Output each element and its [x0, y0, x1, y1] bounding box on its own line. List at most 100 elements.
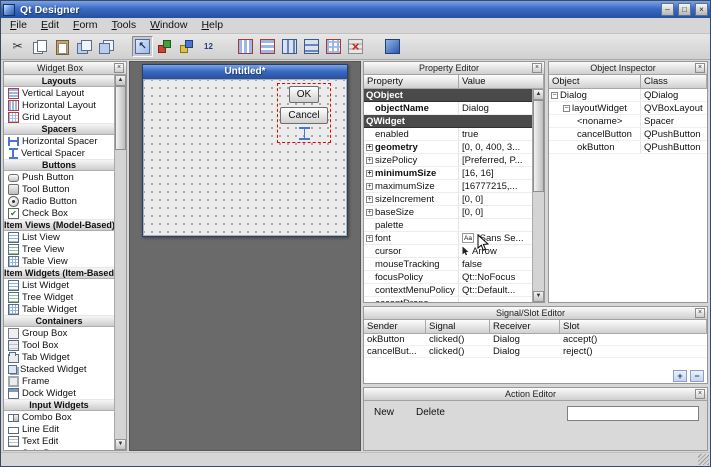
layout-splitter-vertical-button[interactable]: [301, 36, 322, 57]
sender-column-header[interactable]: Sender: [364, 320, 426, 334]
property-column-header[interactable]: Property: [364, 75, 459, 89]
widgetbox-category-containers[interactable]: Containers: [4, 315, 114, 327]
remove-connection-button[interactable]: −: [690, 370, 704, 382]
property-row-geometry[interactable]: +geometry[0, 0, 400, 3...: [364, 141, 532, 154]
copy-button[interactable]: [29, 36, 50, 57]
menu-tools[interactable]: Tools: [105, 18, 144, 33]
selected-vbox-layout-outline[interactable]: OK Cancel: [277, 83, 331, 143]
widgetbox-category-input-widgets[interactable]: Input Widgets: [4, 399, 114, 411]
widgetbox-category-item-views-model-based[interactable]: Item Views (Model-Based): [4, 219, 114, 231]
widget-tree-widget[interactable]: Tree Widget: [4, 291, 114, 303]
widget-horizontal-spacer[interactable]: Horizontal Spacer: [4, 135, 114, 147]
widget-tool-box[interactable]: Tool Box: [4, 339, 114, 351]
add-connection-button[interactable]: +: [673, 370, 687, 382]
widgetbox-category-buttons[interactable]: Buttons: [4, 159, 114, 171]
widget-box-titlebar[interactable]: Widget Box ×: [4, 62, 126, 75]
expand-icon[interactable]: +: [366, 170, 373, 177]
edit-buddies-button[interactable]: [176, 36, 197, 57]
property-row-basesize[interactable]: +baseSize[0, 0]: [364, 206, 532, 219]
signal-column-header[interactable]: Signal: [426, 320, 490, 334]
maximize-button[interactable]: □: [678, 3, 691, 16]
widget-line-edit[interactable]: Line Edit: [4, 423, 114, 435]
scroll-down-icon[interactable]: ▼: [533, 291, 544, 302]
property-row-acceptdrops[interactable]: acceptDrops: [364, 297, 532, 302]
widget-table-widget[interactable]: Table Widget: [4, 303, 114, 315]
signal-slot-titlebar[interactable]: Signal/Slot Editor ×: [364, 307, 707, 320]
scroll-down-icon[interactable]: ▼: [115, 439, 126, 450]
resize-grip[interactable]: [698, 454, 709, 465]
widget-text-edit[interactable]: Text Edit: [4, 435, 114, 447]
widget-vertical-spacer[interactable]: Vertical Spacer: [4, 147, 114, 159]
widgetbox-category-spacers[interactable]: Spacers: [4, 123, 114, 135]
property-row-sizepolicy[interactable]: +sizePolicy[Preferred, P...: [364, 154, 532, 167]
object-row-cancelbutton[interactable]: cancelButtonQPushButton: [549, 128, 707, 141]
layout-splitter-horizontal-button[interactable]: [279, 36, 300, 57]
form-canvas[interactable]: OK Cancel: [143, 79, 347, 236]
minimize-button[interactable]: –: [661, 3, 674, 16]
object-inspector-close-icon[interactable]: ×: [695, 63, 705, 73]
property-row-qwidget[interactable]: QWidget: [364, 115, 532, 128]
menu-window[interactable]: Window: [143, 18, 194, 33]
widget-vertical-layout[interactable]: Vertical Layout: [4, 87, 114, 99]
property-row-focuspolicy[interactable]: focusPolicyQt::NoFocus: [364, 271, 532, 284]
menu-file[interactable]: File: [3, 18, 34, 33]
ok-button[interactable]: OK: [289, 86, 319, 103]
property-row-objectname[interactable]: objectNameDialog: [364, 102, 532, 115]
expand-icon[interactable]: +: [366, 183, 373, 190]
close-button[interactable]: ×: [695, 3, 708, 16]
property-editor-titlebar[interactable]: Property Editor ×: [364, 62, 544, 75]
object-inspector-titlebar[interactable]: Object Inspector ×: [549, 62, 707, 75]
menu-help[interactable]: Help: [194, 18, 230, 33]
widget-push-button[interactable]: Push Button: [4, 171, 114, 183]
scroll-up-icon[interactable]: ▲: [533, 89, 544, 100]
connection-row[interactable]: okButtonclicked()Dialogaccept(): [364, 334, 707, 346]
property-row-mousetracking[interactable]: mouseTrackingfalse: [364, 258, 532, 271]
paste-button[interactable]: [51, 36, 72, 57]
widget-dock-widget[interactable]: Dock Widget: [4, 387, 114, 399]
widget-box-scrollbar[interactable]: ▲ ▼: [114, 75, 126, 450]
collapse-icon[interactable]: −: [563, 105, 570, 112]
widget-spin-box[interactable]: Spin Box: [4, 447, 114, 450]
expand-icon[interactable]: +: [366, 209, 373, 216]
object-row-dialog[interactable]: −DialogQDialog: [549, 89, 707, 102]
property-editor-scrollbar[interactable]: ▲ ▼: [532, 89, 544, 302]
layout-grid-button[interactable]: [323, 36, 344, 57]
layout-horizontal-button[interactable]: [235, 36, 256, 57]
form-window[interactable]: Untitled* OK Cancel: [142, 64, 348, 237]
widget-check-box[interactable]: Check Box: [4, 207, 114, 219]
widget-table-view[interactable]: Table View: [4, 255, 114, 267]
class-column-header[interactable]: Class: [641, 75, 707, 89]
scroll-thumb[interactable]: [115, 86, 126, 150]
widget-frame[interactable]: Frame: [4, 375, 114, 387]
edit-signals-slots-button[interactable]: [154, 36, 175, 57]
window-titlebar[interactable]: Qt Designer – □ ×: [1, 1, 710, 18]
scroll-thumb[interactable]: [533, 100, 544, 192]
scroll-up-icon[interactable]: ▲: [115, 75, 126, 86]
object-column-header[interactable]: Object: [549, 75, 641, 89]
property-editor-close-icon[interactable]: ×: [532, 63, 542, 73]
expand-icon[interactable]: +: [366, 144, 373, 151]
expand-icon[interactable]: +: [366, 157, 373, 164]
property-row-contextmenupolicy[interactable]: contextMenuPolicyQt::Default...: [364, 284, 532, 297]
cancel-button[interactable]: Cancel: [280, 107, 327, 124]
scroll-track[interactable]: [115, 86, 126, 439]
value-column-header[interactable]: Value: [459, 75, 544, 89]
property-row-maximumsize[interactable]: +maximumSize[16777215,...: [364, 180, 532, 193]
widget-list-view[interactable]: List View: [4, 231, 114, 243]
bring-to-front-button[interactable]: [73, 36, 94, 57]
object-row-layoutwidget[interactable]: −layoutWidgetQVBoxLayout: [549, 102, 707, 115]
break-layout-button[interactable]: [345, 36, 366, 57]
widgetbox-category-item-widgets-item-based[interactable]: Item Widgets (Item-Based): [4, 267, 114, 279]
widget-horizontal-layout[interactable]: Horizontal Layout: [4, 99, 114, 111]
property-row-palette[interactable]: palette: [364, 219, 532, 232]
property-row-enabled[interactable]: enabledtrue: [364, 128, 532, 141]
widgetbox-category-layouts[interactable]: Layouts: [4, 75, 114, 87]
layout-vertical-button[interactable]: [257, 36, 278, 57]
property-row-minimumsize[interactable]: +minimumSize[16, 16]: [364, 167, 532, 180]
widget-stacked-widget[interactable]: Stacked Widget: [4, 363, 114, 375]
widget-combo-box[interactable]: Combo Box: [4, 411, 114, 423]
preview-button[interactable]: [382, 36, 403, 57]
object-row-okbutton[interactable]: okButtonQPushButton: [549, 141, 707, 154]
form-titlebar[interactable]: Untitled*: [143, 65, 347, 79]
collapse-icon[interactable]: −: [551, 92, 558, 99]
